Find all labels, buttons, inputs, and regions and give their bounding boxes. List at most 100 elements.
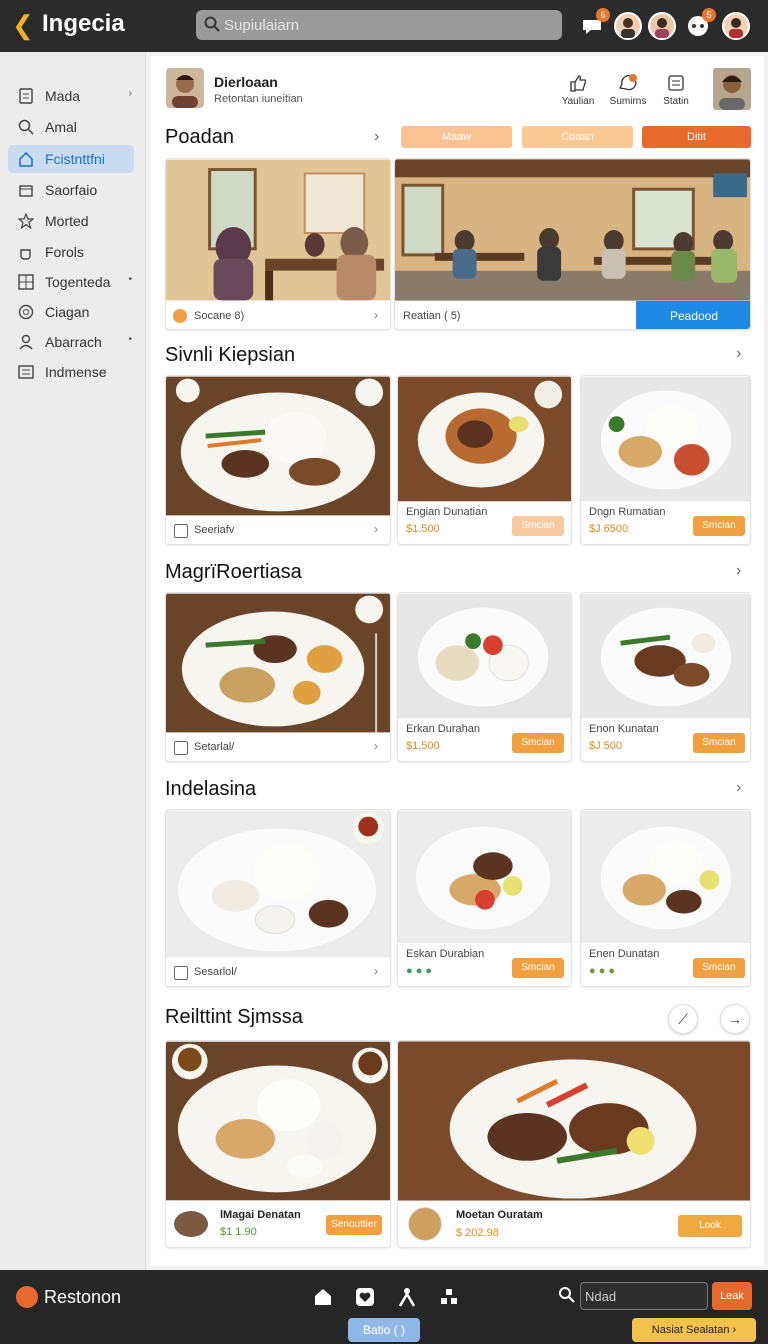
filter-pill[interactable]: Ditit	[642, 126, 751, 148]
message-icon[interactable]: 5	[684, 8, 716, 40]
avatar[interactable]	[648, 12, 676, 40]
like-action[interactable]: Yaulian	[558, 74, 598, 107]
menu-icon	[174, 966, 188, 980]
card-label: Reatian ( 5)	[403, 310, 461, 322]
dish-price: $1.500	[406, 523, 440, 535]
filter-pill[interactable]: Maaw	[401, 126, 512, 148]
calendar-action[interactable]: Statin	[656, 74, 696, 107]
dish-price: $1,500	[406, 740, 440, 752]
chat-action-label: Sumirns	[609, 96, 647, 107]
dish-card[interactable]: Eskan Durabian ● ● ● Smcian	[397, 809, 572, 987]
dish-card[interactable]: Enon Kunatan $J 500 Smcian	[580, 592, 751, 762]
order-button[interactable]: Smcian	[693, 958, 745, 978]
profile-icon[interactable]	[396, 1286, 418, 1308]
sidebar-item-amal[interactable]: Amal	[8, 113, 134, 141]
search-bar[interactable]	[196, 10, 562, 40]
dish-card[interactable]: Sesarlol/ ›	[165, 809, 391, 987]
dish-name: Eskan Durabian	[406, 948, 485, 960]
card-label: Setarlal/	[194, 741, 235, 753]
dish-photo	[398, 376, 571, 502]
dish-photo	[166, 376, 390, 516]
primary-button[interactable]: Peadood	[636, 301, 750, 329]
dot-icon: •	[128, 274, 132, 285]
dish-photo	[166, 810, 390, 958]
avatar[interactable]	[713, 68, 751, 110]
avatar[interactable]	[614, 12, 642, 40]
section-title: MagrïRoertiasa	[165, 561, 302, 583]
bottom-search-input[interactable]	[580, 1282, 708, 1310]
order-button[interactable]: Senouttier	[326, 1215, 382, 1235]
search-icon	[18, 119, 34, 135]
dish-photo	[581, 593, 750, 719]
favorite-icon[interactable]	[354, 1286, 376, 1308]
dish-card[interactable]: lMagai Denatan $1 1.90 Senouttier	[165, 1040, 391, 1248]
message-badge: 5	[702, 8, 716, 22]
home-icon	[19, 151, 33, 167]
search-icon[interactable]	[558, 1286, 576, 1304]
restaurant-photo	[166, 159, 390, 301]
sidebar-item-abarrach[interactable]: Abarrach •	[8, 328, 134, 356]
back-chevron-icon[interactable]: ❮	[12, 12, 38, 38]
dish-photo	[166, 1041, 390, 1201]
home-icon[interactable]	[312, 1286, 334, 1308]
sidebar-item-label: Ciagan	[45, 304, 90, 320]
chat-action[interactable]: Sumirns	[608, 74, 648, 107]
sidebar-item-indmense[interactable]: Indmense	[8, 358, 134, 386]
menu-icon	[174, 741, 188, 755]
restaurant-card[interactable]: Reatian ( 5) Peadood	[394, 158, 751, 330]
dish-card[interactable]: Moetan Ouratam $ 202.98 Look	[397, 1040, 751, 1248]
bottom-bar: Restonon Leak Batio ( ) Nasiat Sealatan …	[0, 1270, 768, 1344]
sidebar-item-morted[interactable]: Morted	[8, 207, 134, 235]
status-chip[interactable]: Batio ( )	[348, 1318, 420, 1342]
edit-icon[interactable]: ⟋	[668, 1004, 698, 1034]
look-button[interactable]: Look	[678, 1215, 742, 1237]
dish-card[interactable]: Dngn Rumatian $J 6500 Smcian	[580, 375, 751, 545]
order-button[interactable]: Smcian	[693, 516, 745, 536]
sidebar-item-ciagan[interactable]: Ciagan	[8, 298, 134, 326]
dish-card[interactable]: Seeriafv ›	[165, 375, 391, 545]
dish-rating: ● ● ●	[589, 965, 616, 977]
section-title: Reilttint Sjmssa	[165, 1006, 303, 1028]
cta-button[interactable]: Nasiat Sealatan ›	[632, 1318, 756, 1342]
go-button[interactable]: Leak	[712, 1282, 752, 1310]
section-title: Poadan	[165, 126, 234, 148]
dish-name: Engian Dunatian	[406, 506, 488, 518]
notification-icon[interactable]: 6	[578, 8, 610, 40]
user-avatar[interactable]	[722, 12, 750, 40]
document-icon	[19, 88, 33, 104]
order-button[interactable]: Smcian	[512, 733, 564, 753]
search-input[interactable]	[224, 10, 554, 40]
restaurant-card[interactable]: Socane 8) ›	[165, 158, 391, 330]
dish-card[interactable]: Setarlal/ ›	[165, 592, 391, 762]
sidebar-item-mada[interactable]: Mada ›	[8, 82, 134, 110]
dish-name: Enen Dunatan	[589, 948, 660, 960]
star-icon	[18, 213, 34, 229]
apps-icon[interactable]	[438, 1286, 460, 1308]
order-button[interactable]: Smcian	[512, 516, 564, 536]
chevron-right-icon[interactable]: ›	[736, 779, 741, 797]
order-button[interactable]: Smcian	[512, 958, 564, 978]
dish-card[interactable]: Enen Dunatan ● ● ● Smcian	[580, 809, 751, 987]
sidebar-item-home[interactable]: Fcistnttfni	[8, 145, 134, 173]
dish-photo	[581, 376, 750, 502]
chevron-right-icon: ›	[374, 964, 378, 978]
sidebar-item-saorfaio[interactable]: Saorfaio	[8, 176, 134, 204]
chevron-right-icon[interactable]: ›	[374, 128, 379, 146]
dish-thumbnail	[408, 1207, 442, 1241]
target-icon	[18, 304, 34, 320]
order-button[interactable]: Smcian	[693, 733, 745, 753]
arrow-right-icon[interactable]: →	[720, 1004, 750, 1034]
filter-pill[interactable]: Coaan	[522, 126, 633, 148]
chevron-right-icon[interactable]: ›	[736, 345, 741, 363]
profile-avatar[interactable]	[166, 68, 204, 108]
sidebar-item-forols[interactable]: Forols	[8, 238, 134, 266]
dish-name: Dngn Rumatian	[589, 506, 666, 518]
sidebar-item-togenteda[interactable]: Togenteda •	[8, 268, 134, 296]
box-icon	[19, 185, 33, 197]
dish-card[interactable]: Engian Dunatian $1.500 Smcian	[397, 375, 572, 545]
dish-photo	[398, 593, 571, 719]
chevron-right-icon: ›	[374, 522, 378, 536]
chevron-right-icon[interactable]: ›	[736, 562, 741, 580]
dish-card[interactable]: Erkan Durahan $1,500 Smcian	[397, 592, 572, 762]
cta-button-label: Nasiat Sealatan	[651, 1324, 730, 1336]
